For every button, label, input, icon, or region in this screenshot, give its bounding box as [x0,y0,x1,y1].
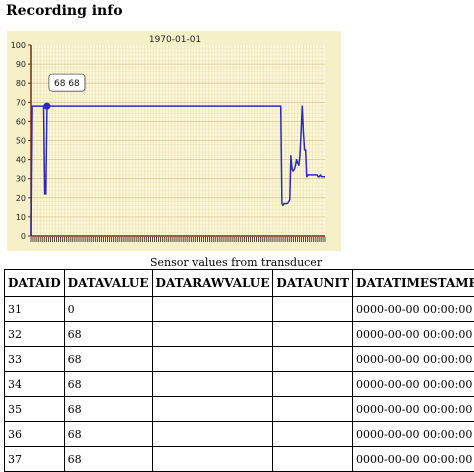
table-cell-datarawvalue [152,447,273,472]
table-cell-dataid: 32 [5,322,65,347]
table-cell-dataunit [273,447,353,472]
table-row: 310 0000-00-00 00:00:00 [5,297,474,322]
page-title: Recording info [6,3,123,19]
y-tick-label: 40 [16,156,26,165]
chart-caption: Sensor values from transducer [150,256,322,269]
table-cell-datavalue: 68 [64,372,152,397]
table-row: 3368 0000-00-00 00:00:00 [5,347,474,372]
y-tick-label: 20 [16,194,26,203]
table-cell-dataunit [273,297,353,322]
column-header-dataid: DATAID [5,270,65,297]
table-cell-datarawvalue [152,347,273,372]
y-tick-label: 90 [16,60,26,69]
table-cell-dataunit [273,347,353,372]
table-body: 3100000-00-00 00:00:0032680000-00-00 00:… [5,297,474,472]
y-tick-label: 100 [11,41,26,50]
chart-title: 1970-01-01 [149,35,201,45]
table-cell-datatimestamp: 0000-00-00 00:00:00 [353,422,474,447]
column-header-datavalue: DATAVALUE [64,270,152,297]
table-cell-dataunit [273,372,353,397]
highlighted-point [43,103,50,110]
table-cell-datarawvalue [152,297,273,322]
table-cell-datatimestamp: 0000-00-00 00:00:00 [353,297,474,322]
table-cell-datatimestamp: 0000-00-00 00:00:00 [353,447,474,472]
table-row: 3268 0000-00-00 00:00:00 [5,322,474,347]
table-cell-dataid: 36 [5,422,65,447]
y-tick-label: 30 [16,175,26,184]
table-cell-datatimestamp: 0000-00-00 00:00:00 [353,347,474,372]
column-header-datarawvalue: DATARAWVALUE [152,270,273,297]
table-cell-datavalue: 68 [64,422,152,447]
table-header-row: DATAIDDATAVALUEDATARAWVALUEDATAUNITDATAT… [5,270,474,297]
column-header-dataunit: DATAUNIT [273,270,353,297]
table-row: 3468 0000-00-00 00:00:00 [5,372,474,397]
y-tick-label: 10 [16,213,26,222]
table-row: 3668 0000-00-00 00:00:00 [5,422,474,447]
data-table: DATAIDDATAVALUEDATARAWVALUEDATAUNITDATAT… [4,269,474,472]
column-header-datatimestamp: DATATIMESTAMP [353,270,474,297]
tooltip-text: 68 68 [54,79,80,89]
y-tick-label: 0 [21,232,26,241]
table-cell-datavalue: 0 [64,297,152,322]
y-tick-label: 60 [16,117,26,126]
table-cell-datavalue: 68 [64,322,152,347]
table-cell-dataid: 31 [5,297,65,322]
table-row: 3768 0000-00-00 00:00:00 [5,447,474,472]
y-tick-label: 80 [16,79,26,88]
table-cell-dataid: 34 [5,372,65,397]
table-cell-datavalue: 68 [64,447,152,472]
table-cell-dataid: 33 [5,347,65,372]
table-cell-datarawvalue [152,372,273,397]
table-cell-dataunit [273,422,353,447]
table-cell-datarawvalue [152,322,273,347]
sensor-chart: 1970-01-01 0 10 20 30 40 50 60 70 80 90 100 68 68 [7,31,341,251]
table-cell-datarawvalue [152,422,273,447]
table-cell-dataunit [273,322,353,347]
chart-svg: 1970-01-01 0 10 20 30 40 50 60 70 80 90 100 68 68 [7,31,341,251]
table-cell-dataid: 37 [5,447,65,472]
table-cell-datavalue: 68 [64,347,152,372]
table-cell-datatimestamp: 0000-00-00 00:00:00 [353,372,474,397]
y-tick-label: 70 [16,98,26,107]
y-tick-label: 50 [16,137,26,146]
table-cell-datatimestamp: 0000-00-00 00:00:00 [353,322,474,347]
